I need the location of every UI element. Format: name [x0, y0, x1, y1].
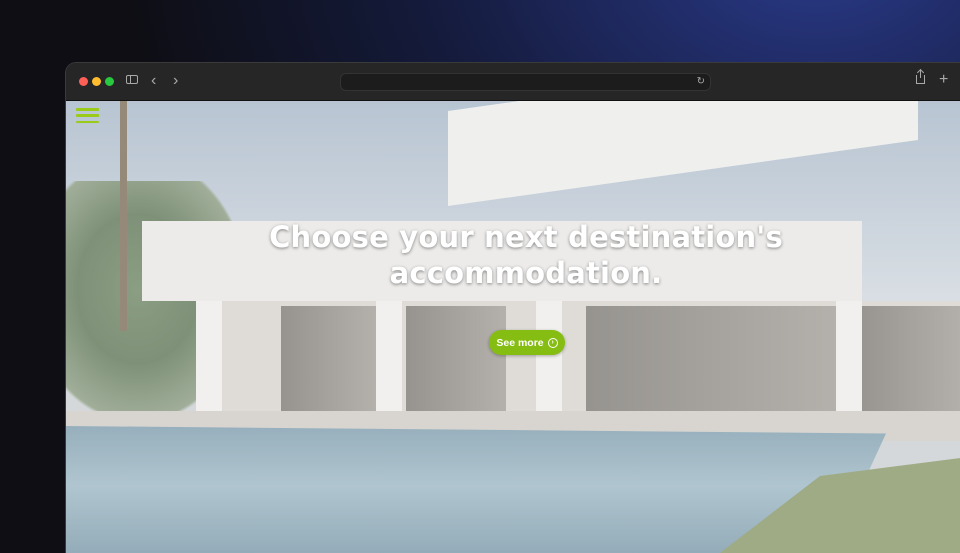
maximize-window-button[interactable]: [105, 77, 114, 86]
page-viewport: Choose your next destination's accommoda…: [66, 101, 960, 553]
see-more-button[interactable]: See more ›: [489, 330, 565, 355]
chevron-right-icon[interactable]: ›: [173, 72, 178, 90]
address-bar[interactable]: ↻: [340, 73, 711, 91]
browser-window: ‹ › ↻ + Choose your next destination's a…: [66, 63, 960, 553]
see-more-label: See more: [496, 336, 544, 349]
hamburger-line: [76, 114, 99, 117]
reload-icon[interactable]: ↻: [697, 74, 705, 90]
browser-toolbar: ‹ › ↻ +: [66, 63, 960, 101]
hero-headline: Choose your next destination's accommoda…: [269, 220, 783, 290]
hamburger-line: [76, 108, 99, 111]
plus-icon[interactable]: +: [939, 71, 948, 89]
circle-arrow-icon: ›: [547, 337, 558, 348]
share-icon[interactable]: [916, 70, 925, 84]
hamburger-line: [76, 120, 99, 123]
hero-overlay: [66, 101, 960, 553]
hamburger-icon[interactable]: [76, 108, 99, 123]
close-window-button[interactable]: [79, 77, 88, 86]
minimize-window-button[interactable]: [92, 77, 101, 86]
sidebar-icon[interactable]: [126, 75, 138, 84]
chevron-left-icon[interactable]: ‹: [151, 72, 156, 90]
